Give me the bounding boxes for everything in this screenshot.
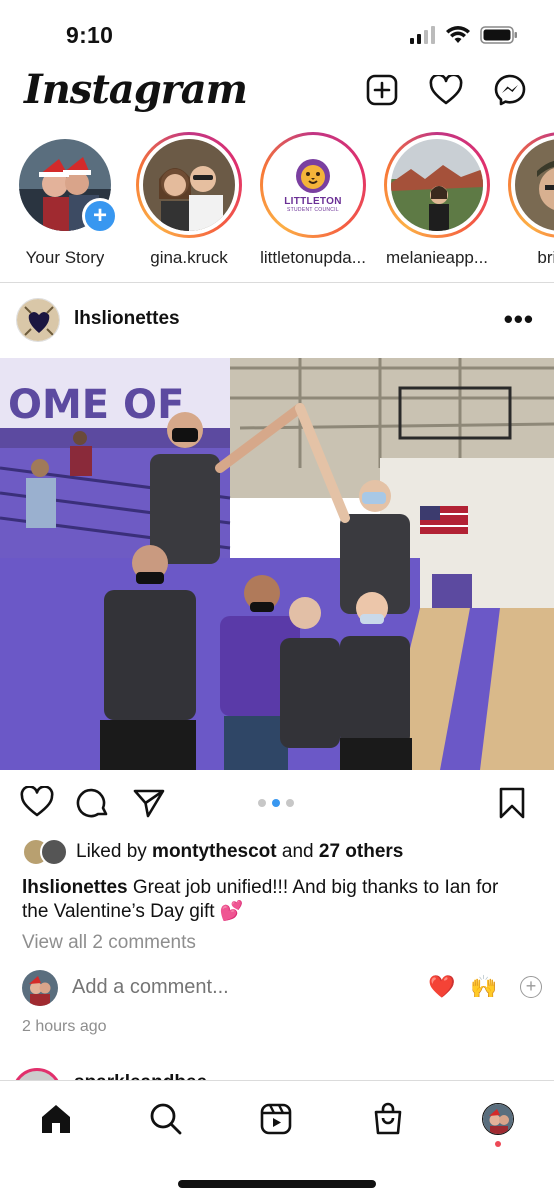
nav-reels[interactable] <box>256 1099 296 1139</box>
status-icons <box>410 26 518 44</box>
story-ring <box>384 132 490 238</box>
battery-icon <box>480 26 517 44</box>
avatar: LITTLETON STUDENT COUNCIL <box>267 139 359 231</box>
divider <box>0 282 554 283</box>
app-header: Instagram <box>0 62 554 124</box>
story-melanieapp[interactable]: melanieapp... <box>382 132 492 272</box>
caption-username[interactable]: lhslionettes <box>22 877 128 898</box>
nav-shop[interactable] <box>368 1099 408 1139</box>
post-timestamp: 2 hours ago <box>22 1018 107 1035</box>
heart-icon <box>20 785 54 817</box>
story-label: littletonupda... <box>260 248 366 267</box>
post-image[interactable]: OME OF <box>0 358 554 770</box>
stories-tray: + Your Story gina.kruck LITTLETON STUDEN… <box>0 132 554 272</box>
activity-button[interactable] <box>428 72 464 108</box>
quick-reaction-raised-hands[interactable]: 🙌 <box>470 974 497 1000</box>
nav-profile[interactable] <box>478 1099 518 1139</box>
save-button[interactable] <box>496 786 532 822</box>
signal-icon <box>410 26 435 44</box>
reels-icon <box>260 1103 292 1135</box>
likes-prefix: Liked by <box>76 841 153 862</box>
lion-logo-icon <box>296 158 330 193</box>
new-post-button[interactable] <box>364 72 400 108</box>
story-ring: LITTLETON STUDENT COUNCIL <box>260 132 366 238</box>
messenger-icon <box>494 74 526 106</box>
liker-username[interactable]: montythescot <box>152 841 277 863</box>
comment-button[interactable] <box>76 786 112 822</box>
nav-home[interactable] <box>36 1099 76 1139</box>
story-ring: + <box>12 132 118 238</box>
littleton-logo-text: LITTLETON <box>284 195 342 207</box>
carousel-dot <box>286 799 294 807</box>
story-ring <box>508 132 554 238</box>
avatar <box>143 139 235 231</box>
avatar <box>22 970 58 1006</box>
avatar <box>482 1103 514 1135</box>
more-options-icon[interactable]: ••• <box>504 304 534 335</box>
notification-dot <box>495 1141 501 1147</box>
shop-bag-icon <box>374 1102 402 1135</box>
home-indicator[interactable] <box>178 1180 376 1188</box>
story-gina-kruck[interactable]: gina.kruck <box>134 132 244 272</box>
post-username[interactable]: lhslionettes <box>74 308 180 330</box>
story-label: Your Story <box>25 248 105 267</box>
likes-others[interactable]: 27 others <box>319 841 403 863</box>
status-time: 9:10 <box>66 22 114 48</box>
likes-middle: and <box>276 841 319 862</box>
post-caption: lhslionettes Great job unified!!! And bi… <box>22 876 522 924</box>
carousel-dot <box>258 799 266 807</box>
comment-icon <box>76 788 108 818</box>
like-button[interactable] <box>20 785 56 822</box>
plus-square-icon <box>366 74 398 106</box>
avatar <box>40 838 68 866</box>
post-actions <box>0 784 554 824</box>
nav-search[interactable] <box>146 1099 186 1139</box>
littleton-logo-subtext: STUDENT COUNCIL <box>287 206 339 213</box>
wifi-icon <box>446 26 470 43</box>
bookmark-icon <box>499 787 525 819</box>
story-label: gina.kruck <box>150 248 228 267</box>
send-icon <box>133 789 165 818</box>
post-avatar[interactable] <box>16 298 60 342</box>
carousel-indicator <box>258 799 294 807</box>
add-comment-row: ❤️ 🙌 + <box>22 968 542 1008</box>
story-your-story[interactable]: + Your Story <box>10 132 120 272</box>
likes-summary[interactable]: Liked by montythescot and 27 others <box>22 838 403 866</box>
home-icon <box>42 1105 70 1133</box>
svg-text:OME OF: OME OF <box>8 382 184 428</box>
messenger-button[interactable] <box>492 72 528 108</box>
story-brian[interactable]: brian_ <box>506 132 554 272</box>
share-button[interactable] <box>132 786 168 822</box>
comment-input[interactable] <box>72 976 372 999</box>
instagram-logo[interactable]: Instagram <box>24 66 248 113</box>
view-comments-link[interactable]: View all 2 comments <box>22 932 196 954</box>
story-label: melanieapp... <box>385 248 489 267</box>
story-littletonupdates[interactable]: LITTLETON STUDENT COUNCIL littletonupda.… <box>258 132 368 272</box>
story-label: brian_ <box>537 248 554 267</box>
carousel-dot-active <box>272 799 280 807</box>
quick-reaction-heart[interactable]: ❤️ <box>428 974 455 1000</box>
add-story-icon[interactable]: + <box>82 198 118 234</box>
post-header: lhslionettes ••• <box>0 290 554 352</box>
avatar <box>391 139 483 231</box>
status-bar: 9:10 <box>0 0 554 62</box>
story-ring <box>136 132 242 238</box>
next-post-header: sparkleandbee <box>0 1060 554 1082</box>
search-icon <box>150 1103 182 1135</box>
avatar <box>515 139 554 231</box>
header-actions <box>364 72 528 108</box>
more-reactions-icon[interactable]: + <box>520 976 542 998</box>
heart-icon <box>429 75 463 105</box>
likers-avatars <box>22 838 68 866</box>
